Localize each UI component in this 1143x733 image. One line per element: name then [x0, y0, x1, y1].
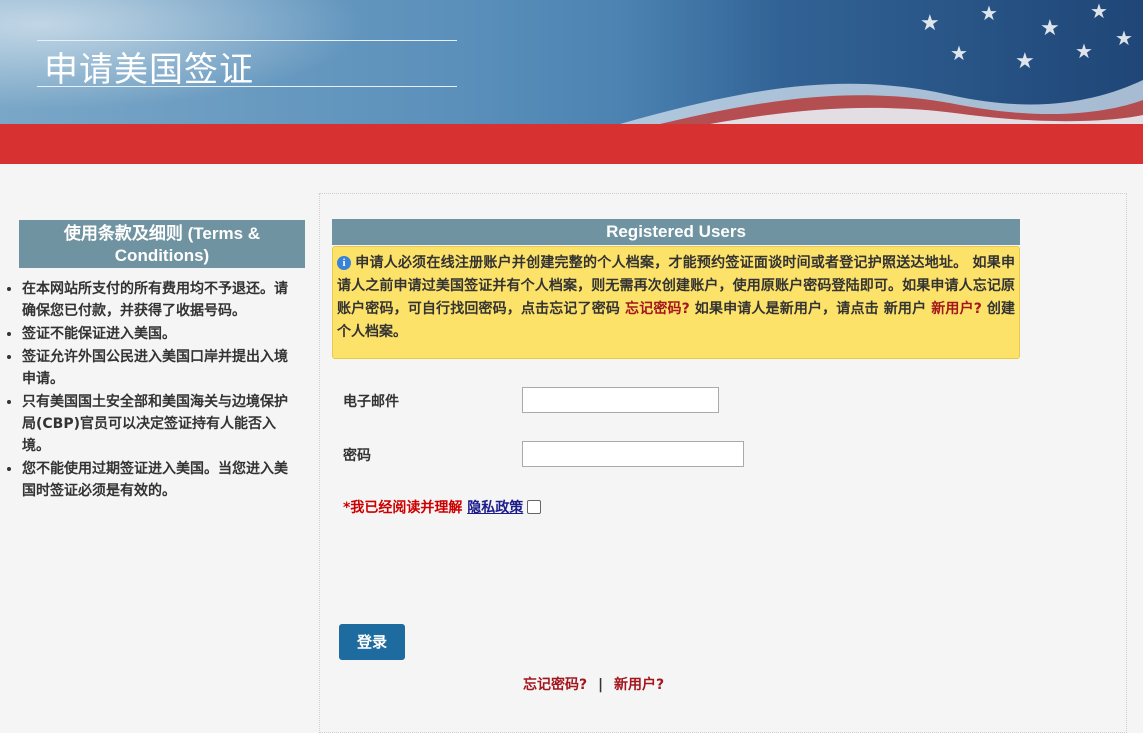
password-label: 密码 — [343, 448, 371, 464]
forgot-password-link[interactable]: 忘记密码? — [625, 301, 690, 317]
new-user-link[interactable]: 新用户? — [931, 301, 982, 317]
email-field[interactable] — [522, 387, 719, 413]
list-item: 在本网站所支付的所有费用均不予退还。请确保您已付款，并获得了收据号码。 — [22, 278, 290, 322]
terms-header: 使用条款及细则 (Terms & Conditions) — [19, 220, 305, 268]
email-label: 电子邮件 — [343, 394, 399, 410]
svg-text:★: ★ — [1015, 49, 1035, 74]
notice-text: 如果申请人是新用户，请点击 新用户 — [689, 301, 932, 317]
us-flag-image: ★ ★ ★ ★ ★ ★ ★ ★ — [620, 0, 1143, 124]
title-rule-top — [37, 40, 457, 41]
link-separator: | — [598, 677, 604, 693]
page-title: 申请美国签证 — [44, 50, 254, 90]
list-item: 您不能使用过期签证进入美国。当您进入美国时签证必须是有效的。 — [22, 458, 290, 502]
login-button[interactable]: 登录 — [339, 624, 405, 660]
new-user-link[interactable]: 新用户? — [614, 677, 664, 693]
svg-text:★: ★ — [920, 11, 940, 36]
header-banner: ★ ★ ★ ★ ★ ★ ★ ★ 申请美国签证 — [0, 0, 1143, 124]
registered-users-header: Registered Users — [332, 219, 1020, 245]
bottom-links: 忘记密码? | 新用户? — [523, 674, 664, 694]
list-item: 签证允许外国公民进入美国口岸并提出入境申请。 — [22, 346, 290, 390]
privacy-policy-link[interactable]: 隐私政策 — [467, 500, 523, 516]
password-field[interactable] — [522, 441, 744, 467]
forgot-password-link[interactable]: 忘记密码? — [523, 677, 587, 693]
agreement-label: *我已经阅读并理解 — [343, 500, 463, 516]
privacy-agreement: *我已经阅读并理解 隐私政策 — [343, 497, 542, 517]
svg-text:★: ★ — [1040, 16, 1060, 41]
svg-text:★: ★ — [1090, 0, 1108, 23]
title-rule-bottom — [37, 86, 457, 87]
terms-list: 在本网站所支付的所有费用均不予退还。请确保您已付款，并获得了收据号码。 签证不能… — [0, 278, 290, 503]
red-stripe — [0, 124, 1143, 164]
privacy-checkbox[interactable] — [527, 500, 542, 514]
list-item: 签证不能保证进入美国。 — [22, 323, 290, 345]
list-item: 只有美国国土安全部和美国海关与边境保护局(CBP)官员可以决定签证持有人能否入境… — [22, 391, 290, 457]
svg-text:★: ★ — [1115, 26, 1133, 50]
svg-text:★: ★ — [1075, 39, 1093, 63]
info-icon: i — [337, 256, 351, 270]
svg-text:★: ★ — [980, 1, 998, 25]
svg-text:★: ★ — [950, 41, 968, 65]
info-notice: i 申请人必须在线注册账户并创建完整的个人档案，才能预约签证面谈时间或者登记护照送… — [332, 246, 1020, 359]
